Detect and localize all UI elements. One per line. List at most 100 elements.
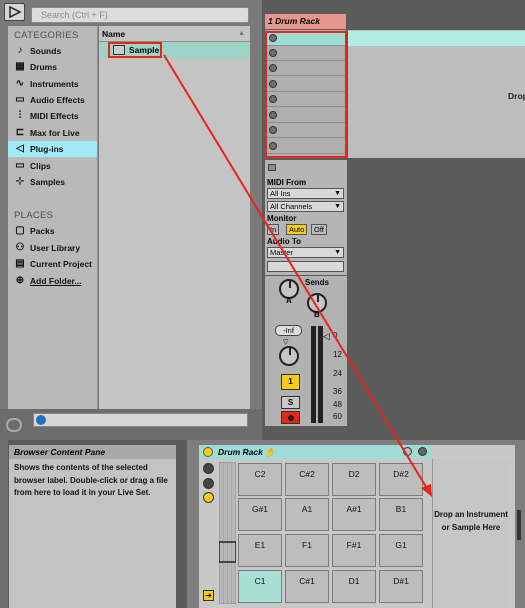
midi-effects-icon: ⫶ [18, 110, 22, 121]
hand-icon: ✋ [264, 447, 276, 457]
max-icon: ⊏ [15, 127, 25, 138]
pan-knob[interactable] [279, 346, 299, 366]
chevron-down-icon: ▼ [334, 249, 341, 256]
device-title[interactable]: Drum Rack ✋ [199, 445, 432, 459]
drum-pad[interactable]: F#1 [332, 534, 376, 567]
send-b-label: B [314, 310, 320, 319]
device-hotswap-icon[interactable] [418, 447, 427, 456]
chain-view-icon[interactable] [203, 463, 214, 474]
search-input[interactable]: Search (Ctrl + F) [31, 7, 249, 23]
sidebar-item-add-folder[interactable]: ⊕ Add Folder... [8, 273, 97, 289]
midi-channel-select[interactable]: All Channels ▼ [267, 201, 344, 212]
drop-zone-text: Drop an Instrument or Sample Here [434, 510, 508, 532]
name-column-header[interactable]: Name ▲ [99, 26, 250, 42]
sends-label: Sends [305, 278, 330, 287]
volume-value[interactable]: -Inf [275, 325, 302, 336]
drum-pad[interactable]: D1 [332, 570, 376, 603]
sidebar-item-packs[interactable]: ▢ Packs [8, 223, 97, 239]
meter-tick: 24 [333, 369, 342, 378]
arm-button[interactable] [281, 411, 300, 424]
drum-pad[interactable]: D#2 [379, 463, 423, 496]
chevron-down-icon: ▼ [334, 203, 341, 210]
plugin-icon: ◁ [16, 143, 24, 154]
sidebar-item-sounds[interactable]: ♪ Sounds [8, 43, 97, 59]
add-icon: ⊕ [15, 275, 25, 286]
device-power-icon[interactable] [203, 447, 213, 457]
meter-tick: 48 [333, 400, 342, 409]
chevron-down-icon: ▼ [334, 190, 341, 197]
volume-pointer-icon[interactable]: ◁ [323, 331, 330, 342]
samples-icon: ⊹ [15, 176, 25, 187]
browser-toggle-button[interactable] [4, 3, 25, 21]
file-list-panel: Name ▲ Sample [99, 26, 250, 409]
audio-effects-icon: ▭ [15, 94, 25, 105]
pan-indicator-icon: ▽ [283, 339, 289, 346]
sidebar-item-max-for-live[interactable]: ⊏ Max for Live [8, 125, 97, 141]
left-strip [0, 440, 8, 608]
io-toggle-icon[interactable] [268, 164, 276, 171]
drum-pad[interactable]: C1 [238, 570, 282, 603]
drum-pad[interactable]: D#1 [379, 570, 423, 603]
drum-pad[interactable]: C2 [238, 463, 282, 496]
track-activator-button[interactable]: 1 [281, 374, 300, 390]
send-a-label: A [286, 296, 292, 305]
drum-pad[interactable]: E1 [238, 534, 282, 567]
meter-tick: 12 [333, 350, 342, 359]
monitor-in-button[interactable]: In [267, 224, 280, 235]
hotswap-icon[interactable] [6, 418, 22, 432]
chain-highlight-box [265, 31, 347, 158]
sidebar-item-current-project[interactable]: ▤ Current Project [8, 256, 97, 272]
preview-icon[interactable] [36, 415, 46, 425]
waveform-icon: ∿ [15, 78, 25, 89]
midi-from-label: MIDI From [267, 178, 307, 187]
sort-icon: ▲ [238, 30, 245, 37]
drum-pad[interactable]: C#1 [285, 570, 329, 603]
sidebar-item-samples[interactable]: ⊹ Samples [8, 174, 97, 190]
info-text: Shows the contents of the selected brows… [14, 463, 168, 497]
pad-view-icon[interactable] [203, 492, 214, 503]
packs-icon: ▢ [15, 225, 25, 236]
audio-to-channel-select[interactable] [267, 261, 344, 272]
preview-field[interactable] [33, 413, 248, 427]
drum-pad[interactable]: B1 [379, 498, 423, 531]
project-icon: ▤ [15, 258, 25, 269]
drum-pad[interactable]: C#2 [285, 463, 329, 496]
sidebar-item-drums[interactable]: ▦ Drums [8, 59, 97, 75]
monitor-label: Monitor [267, 214, 297, 223]
sidebar-item-user-library[interactable]: ⚇ User Library [8, 240, 97, 256]
meter-left [311, 326, 316, 423]
drum-pad[interactable]: G1 [379, 534, 423, 567]
meter-tick: 0 [333, 331, 338, 340]
user-icon: ⚇ [15, 242, 25, 253]
sidebar-item-instruments[interactable]: ∿ Instruments [8, 76, 97, 92]
macro-view-icon[interactable] [203, 478, 214, 489]
record-icon [287, 415, 294, 421]
categories-title: CATEGORIES [14, 30, 79, 41]
drums-grid-icon: ▦ [15, 61, 25, 72]
play-icon [9, 5, 22, 19]
sidebar-item-midi-effects[interactable]: ⫶ MIDI Effects [8, 108, 97, 124]
selected-lane [348, 31, 525, 46]
sidebar-item-plug-ins[interactable]: ◁ Plug-ins [8, 141, 97, 157]
sample-highlight-box [108, 42, 162, 58]
drum-pad[interactable]: F1 [285, 534, 329, 567]
track-title[interactable]: 1 Drum Rack [265, 14, 346, 29]
drum-pad[interactable]: D2 [332, 463, 376, 496]
scroll-handle[interactable] [517, 510, 521, 540]
enter-icon[interactable]: ➜ [203, 590, 214, 601]
meter-tick: 36 [333, 387, 342, 396]
device-save-icon[interactable] [403, 447, 412, 456]
places-title: PLACES [14, 210, 54, 221]
audio-to-select[interactable]: Master ▼ [267, 247, 344, 258]
drum-pad[interactable]: A1 [285, 498, 329, 531]
io-section: MIDI From All Ins ▼ All Channels ▼ Monitor… [265, 160, 347, 275]
sidebar-item-clips[interactable]: ▭ Clips [8, 158, 97, 174]
solo-button[interactable]: S [281, 396, 300, 409]
drum-pad[interactable]: G#1 [238, 498, 282, 531]
monitor-off-button[interactable]: Off [311, 224, 327, 235]
monitor-auto-button[interactable]: Auto [286, 224, 308, 235]
sidebar-item-audio-effects[interactable]: ▭ Audio Effects [8, 92, 97, 108]
pad-overview-grid[interactable] [219, 462, 236, 604]
midi-from-select[interactable]: All Ins ▼ [267, 188, 344, 199]
drum-pad[interactable]: A#1 [332, 498, 376, 531]
